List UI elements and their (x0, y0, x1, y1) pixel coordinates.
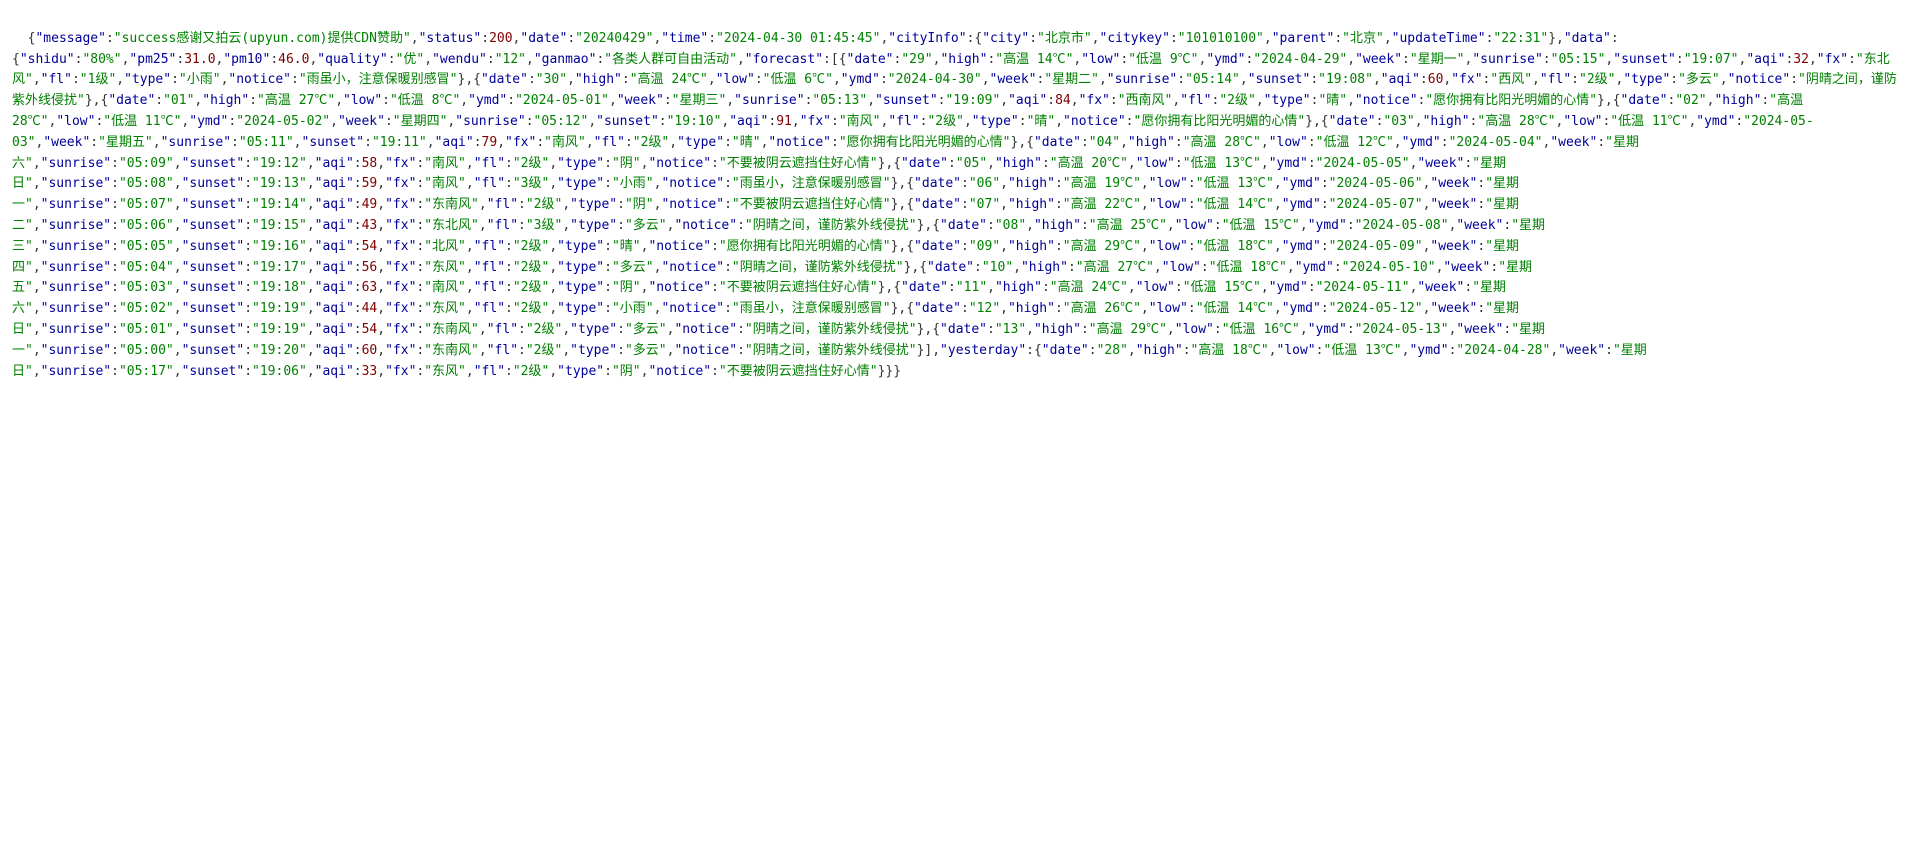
json-response-body: {"message":"success感谢又拍云(upyun.com)提供CDN… (12, 8, 1901, 382)
json-text: {"message":"success感谢又拍云(upyun.com)提供CDN… (12, 31, 1897, 379)
